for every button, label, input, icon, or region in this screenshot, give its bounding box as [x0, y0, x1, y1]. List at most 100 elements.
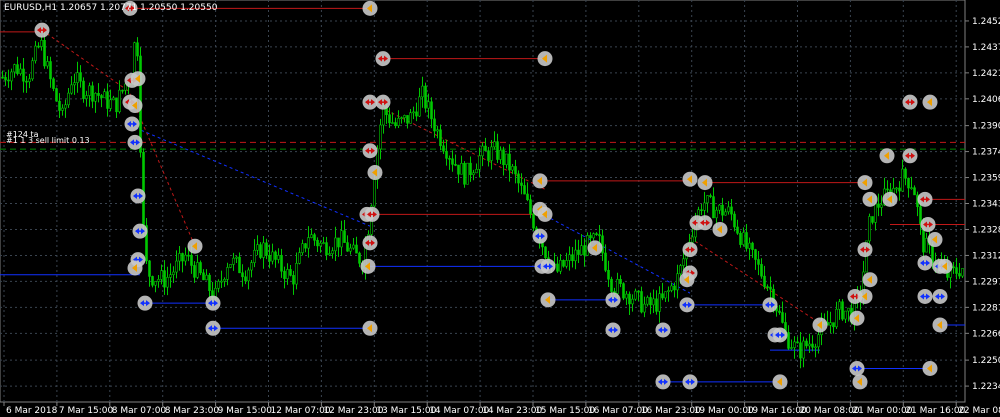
close-trade-marker[interactable] [882, 191, 898, 207]
candle-body [961, 268, 964, 277]
sell-trade-marker[interactable] [34, 22, 50, 38]
close-trade-marker[interactable] [540, 292, 556, 308]
sell-trade-marker[interactable] [362, 235, 378, 251]
buy-trade-marker[interactable] [917, 255, 933, 271]
buy-trade-marker[interactable] [605, 292, 621, 308]
buy-trade-marker[interactable] [849, 361, 865, 376]
buy-trade-marker[interactable] [682, 374, 698, 390]
candle-body [319, 242, 322, 247]
candle-body [166, 277, 169, 288]
close-trade-marker[interactable] [362, 0, 378, 16]
candle-body [748, 242, 751, 249]
candles [1, 29, 964, 369]
candle-body [91, 85, 94, 102]
candle-body [316, 239, 319, 247]
buy-trade-marker[interactable] [205, 295, 221, 311]
buy-trade-marker[interactable] [124, 116, 140, 132]
close-trade-marker[interactable] [127, 98, 143, 114]
candle-body [505, 153, 508, 166]
y-tick-label: 1.23435 [972, 200, 1000, 210]
candle-body [619, 279, 622, 284]
close-trade-marker[interactable] [697, 175, 713, 191]
sell-trade-marker[interactable] [902, 94, 918, 110]
close-trade-marker[interactable] [127, 260, 143, 276]
candle-body [157, 279, 160, 282]
buy-trade-marker[interactable] [679, 297, 695, 313]
candle-body [523, 185, 526, 195]
price-axis[interactable]: 1.24525 1.24370 1.24215 1.24060 1.23900 1.237… [965, 17, 1000, 392]
candle-body [754, 249, 757, 260]
candle-body [598, 234, 601, 237]
close-trade-marker[interactable] [857, 175, 873, 191]
candle-body [451, 158, 454, 165]
close-trade-marker[interactable] [857, 288, 873, 304]
sell-trade-marker[interactable] [697, 215, 713, 231]
sell-trade-marker[interactable] [857, 242, 873, 258]
candle-body [499, 150, 502, 160]
sell-trade-marker[interactable] [682, 242, 698, 258]
trade-markers [34, 0, 953, 390]
sell-trade-marker[interactable] [375, 51, 391, 67]
buy-trade-marker[interactable] [532, 228, 548, 244]
buy-trade-marker[interactable] [130, 188, 146, 204]
close-trade-marker[interactable] [937, 258, 953, 274]
chart-window[interactable]: 1.24525 1.24370 1.24215 1.24060 1.23900 1.237… [0, 0, 1000, 417]
candle-body [10, 71, 13, 82]
buy-trade-marker[interactable] [127, 134, 143, 150]
buy-trade-marker[interactable] [917, 288, 933, 304]
candle-body [85, 95, 88, 99]
sell-trade-marker[interactable] [902, 148, 918, 164]
candle-body [79, 72, 82, 82]
close-trade-marker[interactable] [587, 240, 603, 256]
close-trade-marker[interactable] [932, 317, 948, 333]
sell-trade-marker[interactable] [362, 94, 378, 110]
time-axis[interactable]: 6 Mar 2018 7 Mar 15:008 Mar 07:008 Mar 23… [3, 402, 1000, 416]
sell-trade-marker[interactable] [920, 216, 936, 232]
buy-trade-marker[interactable] [655, 322, 671, 338]
candle-body [409, 112, 412, 124]
close-trade-marker[interactable] [852, 374, 868, 390]
candle-body [151, 276, 154, 286]
close-trade-marker[interactable] [682, 171, 698, 187]
close-trade-marker[interactable] [712, 221, 728, 237]
sell-trade-marker[interactable] [362, 143, 378, 159]
close-trade-marker[interactable] [927, 232, 943, 248]
sell-trade-marker[interactable] [364, 206, 380, 222]
candle-body [670, 285, 673, 291]
close-trade-marker[interactable] [772, 374, 788, 390]
close-trade-marker[interactable] [532, 173, 548, 189]
close-trade-marker[interactable] [922, 361, 938, 376]
buy-trade-marker[interactable] [132, 223, 148, 239]
buy-trade-marker[interactable] [205, 320, 221, 336]
close-trade-marker[interactable] [187, 238, 203, 254]
close-trade-marker[interactable] [812, 317, 828, 333]
close-trade-marker[interactable] [130, 71, 146, 87]
price-chart[interactable]: 1.24525 1.24370 1.24215 1.24060 1.23900 1.237… [0, 0, 1000, 417]
buy-trade-marker[interactable] [540, 258, 556, 274]
sell-trade-marker[interactable] [917, 191, 933, 207]
candle-body [805, 340, 808, 347]
close-trade-marker[interactable] [537, 51, 553, 67]
buy-trade-marker[interactable] [772, 327, 788, 343]
buy-trade-marker[interactable] [655, 374, 671, 390]
buy-trade-marker[interactable] [762, 297, 778, 313]
close-trade-marker[interactable] [862, 272, 878, 288]
buy-trade-marker[interactable] [932, 288, 948, 304]
close-trade-marker[interactable] [849, 310, 865, 326]
y-tick-label: 1.24370 [972, 43, 1000, 53]
candle-body [628, 293, 631, 305]
close-trade-marker[interactable] [537, 206, 553, 222]
close-trade-marker[interactable] [679, 272, 695, 288]
candle-body [175, 260, 178, 273]
candle-body [493, 141, 496, 148]
close-trade-marker[interactable] [862, 191, 878, 207]
close-trade-marker[interactable] [367, 165, 383, 181]
close-trade-marker[interactable] [362, 320, 378, 336]
close-trade-marker[interactable] [922, 94, 938, 110]
buy-trade-marker[interactable] [137, 295, 153, 311]
candle-body [244, 276, 247, 282]
sell-trade-marker[interactable] [375, 94, 391, 110]
close-trade-marker[interactable] [360, 258, 376, 274]
close-trade-marker[interactable] [879, 148, 895, 164]
buy-trade-marker[interactable] [605, 322, 621, 338]
